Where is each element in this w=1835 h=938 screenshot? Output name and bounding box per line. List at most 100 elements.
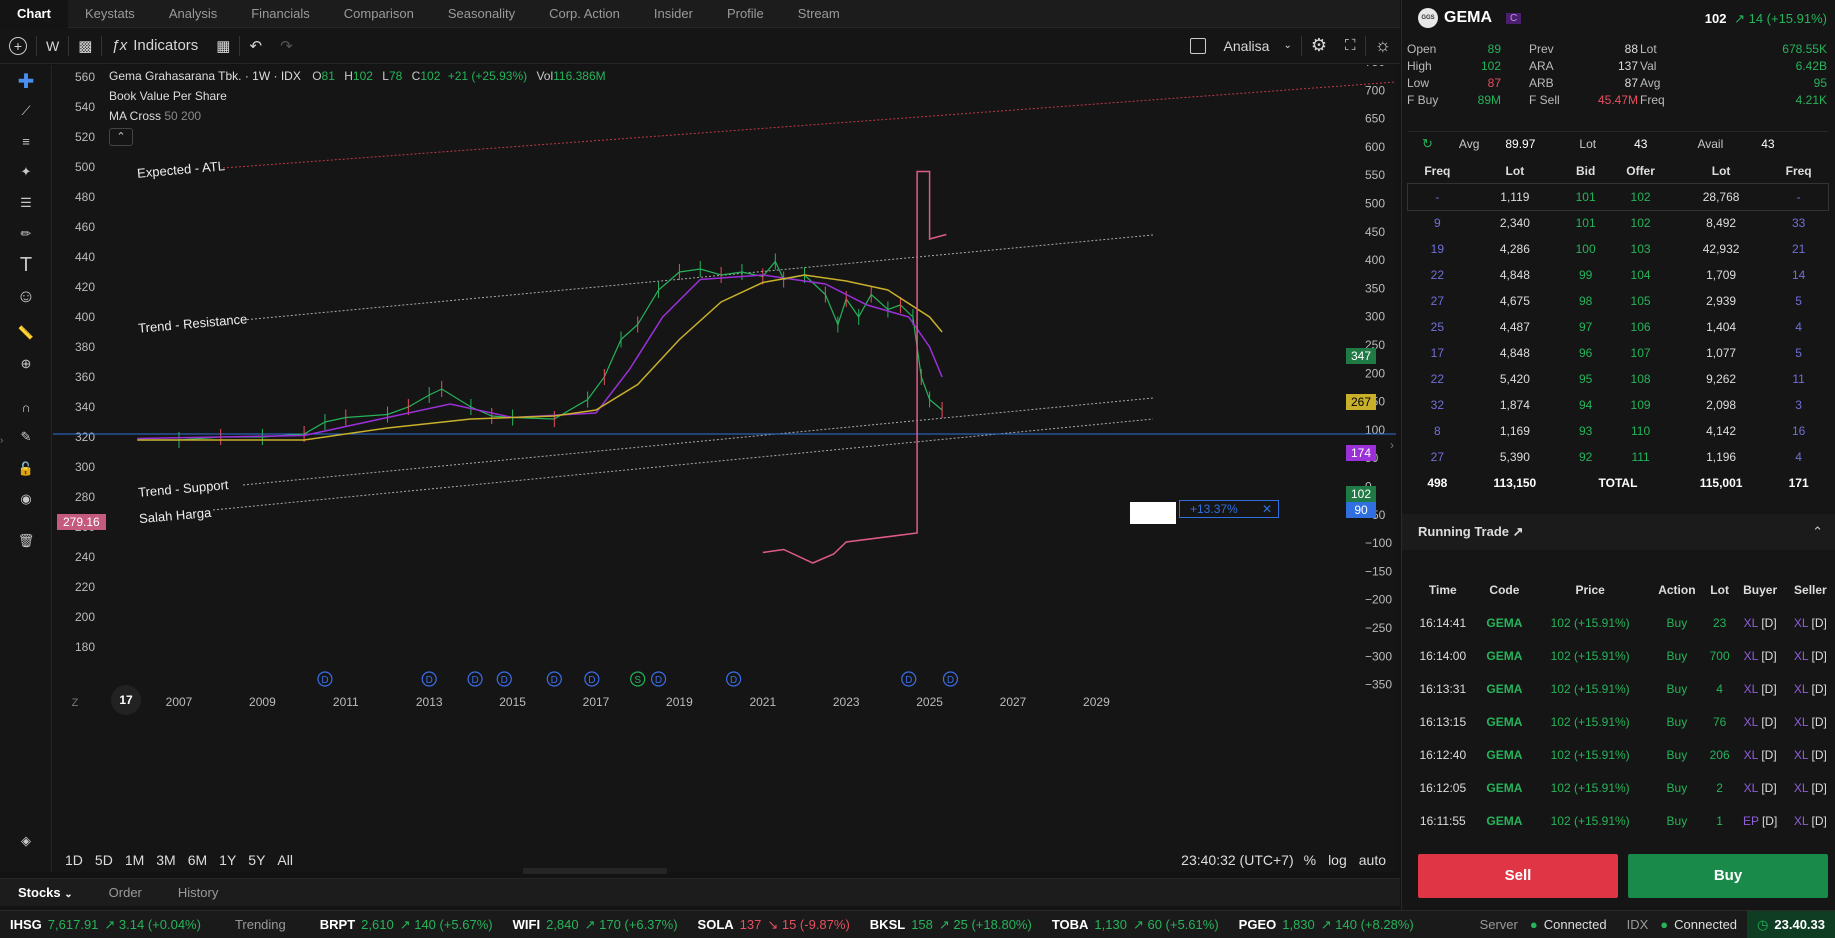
running-trade-row[interactable]: 16:14:00 GEMA 102 (+15.91%) Buy 700 XL [D] XL [D…: [1408, 639, 1835, 672]
layers-tool[interactable]: ◈: [12, 827, 40, 855]
orderbook-row[interactable]: 19 4,286 100 103 42,932 21: [1408, 236, 1828, 262]
collapse-right-icon[interactable]: ›: [1390, 438, 1394, 452]
running-trade-row[interactable]: 16:11:55 GEMA 102 (+15.91%) Buy 1 EP [D] XL [D]: [1408, 804, 1835, 837]
price-chart[interactable]: 560 540 520 500 480 460 440 420 400 380 360 340 320 3…: [53, 55, 1397, 872]
range-3m[interactable]: 3M: [150, 852, 181, 868]
orderbook-row[interactable]: 22 4,848 99 104 1,709 14: [1408, 262, 1828, 288]
tab-history[interactable]: History: [160, 885, 236, 900]
running-trade-col-header[interactable]: Lot: [1705, 573, 1735, 606]
orderbook-row[interactable]: - 1,119 101 102 28,768 -: [1407, 183, 1829, 211]
candle-type-button[interactable]: ▩: [69, 28, 101, 64]
chevron-up-icon[interactable]: ⌃: [1812, 524, 1823, 540]
redo-button[interactable]: ↷: [271, 28, 302, 64]
event-marker-dividend[interactable]: D: [546, 671, 562, 687]
emoji-tool[interactable]: ☺: [12, 282, 40, 310]
zoom-tool[interactable]: ⊕: [12, 350, 40, 378]
running-trade-col-header[interactable]: Buyer: [1735, 573, 1786, 606]
tab-chart[interactable]: Chart: [0, 0, 68, 28]
running-trade-row[interactable]: 16:13:15 GEMA 102 (+15.91%) Buy 76 XL [D] XL [D]: [1408, 705, 1835, 738]
ma50-line[interactable]: [137, 274, 943, 440]
event-marker-dividend[interactable]: D: [496, 671, 512, 687]
templates-button[interactable]: ▦: [207, 28, 239, 64]
layout-select[interactable]: Analisa ⌄: [1215, 28, 1301, 64]
measure-box[interactable]: [1130, 502, 1176, 524]
magnet-tool[interactable]: ∩: [12, 393, 40, 421]
running-trade-row[interactable]: 16:12:40 GEMA 102 (+15.91%) Buy 206 XL [D] XL [D…: [1408, 738, 1835, 771]
tv-logo-icon[interactable]: 17: [111, 685, 141, 715]
orderbook-row[interactable]: 32 1,874 94 109 2,098 3: [1408, 392, 1828, 418]
event-marker-dividend[interactable]: D: [421, 671, 437, 687]
running-trade-col-header[interactable]: Time: [1408, 573, 1478, 606]
range-1m[interactable]: 1M: [119, 852, 150, 868]
orderbook-row[interactable]: 25 4,487 97 106 1,404 4: [1408, 314, 1828, 340]
trend-resistance-line[interactable]: [242, 234, 1154, 321]
orderbook-row[interactable]: 22 5,420 95 108 9,262 11: [1408, 366, 1828, 392]
running-trade-col-header[interactable]: Code: [1478, 573, 1532, 606]
event-marker-dividend[interactable]: D: [317, 671, 333, 687]
interval-button[interactable]: W: [37, 28, 68, 64]
running-trade-row[interactable]: 16:14:41 GEMA 102 (+15.91%) Buy 23 XL [D] XL [D]: [1408, 606, 1835, 639]
sell-button[interactable]: Sell: [1418, 854, 1618, 898]
tab-comparison[interactable]: Comparison: [327, 0, 431, 28]
tab-stocks[interactable]: Stocks ⌄: [0, 885, 91, 900]
lock-all-tool[interactable]: 🔓: [12, 455, 40, 483]
fullscreen-button[interactable]: ⛶: [1336, 28, 1365, 64]
event-marker-dividend[interactable]: D: [726, 671, 742, 687]
tab-order[interactable]: Order: [91, 885, 160, 900]
event-marker-dividend[interactable]: D: [650, 671, 667, 687]
orderbook-row[interactable]: 17 4,848 96 107 1,077 5: [1408, 340, 1828, 366]
ma200-line[interactable]: [137, 274, 943, 441]
settings-button[interactable]: ⚙: [1302, 28, 1336, 64]
running-trade-col-header[interactable]: Seller: [1786, 573, 1835, 606]
collapse-left-icon[interactable]: ›: [0, 435, 3, 446]
add-symbol-button[interactable]: +: [0, 28, 36, 64]
running-trade-header[interactable]: Running Trade ↗ ⌃: [1402, 514, 1835, 550]
undo-button[interactable]: ↶: [240, 28, 271, 64]
text-tool[interactable]: T: [12, 251, 40, 279]
ticker-item-ihsg[interactable]: IHSG 7,617.91 ↗ 3.14 (+0.04%): [0, 917, 211, 933]
delete-tool[interactable]: 🗑: [12, 527, 40, 555]
tab-keystats[interactable]: Keystats: [68, 0, 152, 28]
event-marker-dividend[interactable]: D: [901, 671, 917, 687]
indicator-ma-cross[interactable]: MA Cross 50 200: [109, 106, 606, 126]
range-all[interactable]: All: [271, 852, 299, 868]
panel-resize-handle[interactable]: [523, 868, 667, 874]
ticker-item-wifi[interactable]: WIFI 2,840 ↗ 170 (+6.37%): [503, 917, 688, 933]
range-5d[interactable]: 5D: [89, 852, 119, 868]
range-1d[interactable]: 1D: [59, 852, 89, 868]
crosshair-tool[interactable]: ✚: [12, 67, 40, 95]
orderbook-row[interactable]: 9 2,340 101 102 8,492 33: [1408, 210, 1828, 236]
ticker-item-trending[interactable]: Trending: [211, 917, 310, 933]
event-marker-dividend[interactable]: D: [584, 671, 600, 687]
ruler-tool[interactable]: 📏: [12, 319, 40, 347]
scale-auto[interactable]: auto: [1359, 852, 1386, 868]
orderbook-row[interactable]: 8 1,169 93 110 4,142 16: [1408, 418, 1828, 444]
orderbook-row[interactable]: 27 5,390 92 111 1,196 4: [1408, 444, 1828, 470]
event-marker-split[interactable]: S: [630, 671, 646, 687]
channel-tool[interactable]: ≡: [12, 127, 40, 155]
running-trade-col-header[interactable]: Action: [1649, 573, 1705, 606]
close-icon[interactable]: ✕: [1262, 501, 1272, 517]
trend-support-line[interactable]: [242, 397, 1154, 486]
running-trade-row[interactable]: 16:12:05 GEMA 102 (+15.91%) Buy 2 XL [D] XL [D]: [1408, 771, 1835, 804]
running-trade-row[interactable]: 16:13:31 GEMA 102 (+15.91%) Buy 4 XL [D] XL [D]: [1408, 672, 1835, 705]
chart-area[interactable]: 560 540 520 500 480 460 440 420 400 380 360 340 320 3…: [53, 55, 1397, 874]
time-info[interactable]: 23:40:32 (UTC+7): [1181, 852, 1293, 868]
tab-analysis[interactable]: Analysis: [152, 0, 234, 28]
visibility-tool[interactable]: ◉: [12, 485, 40, 513]
event-marker-dividend[interactable]: D: [467, 671, 483, 687]
range-1y[interactable]: 1Y: [213, 852, 242, 868]
ticker-item-pgeo[interactable]: PGEO 1,830 ↗ 140 (+8.28%): [1229, 917, 1424, 933]
refresh-icon[interactable]: ↻: [1422, 136, 1433, 152]
buy-button[interactable]: Buy: [1628, 854, 1828, 898]
tab-corpaction[interactable]: Corp. Action: [532, 0, 637, 28]
measure-label[interactable]: +13.37% ✕: [1179, 500, 1279, 518]
running-trade-col-header[interactable]: Price: [1531, 573, 1649, 606]
pattern-tool[interactable]: ✦: [12, 158, 40, 186]
collapse-legend-button[interactable]: ⌃: [109, 128, 133, 146]
tab-insider[interactable]: Insider: [637, 0, 710, 28]
indicators-button[interactable]: ƒx Indicators: [102, 28, 207, 64]
scale-log[interactable]: log: [1328, 852, 1347, 868]
scale-percent[interactable]: %: [1304, 852, 1316, 868]
range-5y[interactable]: 5Y: [242, 852, 271, 868]
